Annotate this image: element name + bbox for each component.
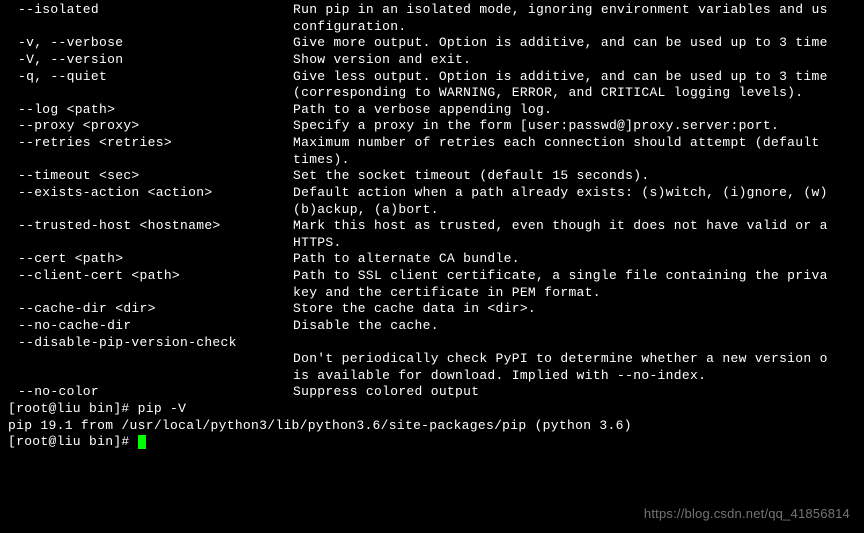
- option-description: Run pip in an isolated mode, ignoring en…: [293, 2, 864, 19]
- option-flag: [4, 85, 293, 102]
- option-row: -q, --quietGive less output. Option is a…: [4, 69, 864, 86]
- option-flag: [4, 19, 293, 36]
- option-flag: [4, 235, 293, 252]
- option-continuation: key and the certificate in PEM format.: [4, 285, 864, 302]
- option-flag: --timeout <sec>: [4, 168, 293, 185]
- option-description: [293, 335, 864, 352]
- option-description: HTTPS.: [293, 235, 864, 252]
- option-description: Disable the cache.: [293, 318, 864, 335]
- option-continuation: (b)ackup, (a)bort.: [4, 202, 864, 219]
- option-flag: -q, --quiet: [4, 69, 293, 86]
- option-flag: --log <path>: [4, 102, 293, 119]
- option-description: Suppress colored output: [293, 384, 864, 401]
- option-description: Maximum number of retries each connectio…: [293, 135, 864, 152]
- option-flag: --no-color: [4, 384, 293, 401]
- option-continuation: is available for download. Implied with …: [4, 368, 864, 385]
- option-continuation: times).: [4, 152, 864, 169]
- option-flag: --no-cache-dir: [4, 318, 293, 335]
- option-description: Give more output. Option is additive, an…: [293, 35, 864, 52]
- option-row: --no-cache-dirDisable the cache.: [4, 318, 864, 335]
- option-description: Path to a verbose appending log.: [293, 102, 864, 119]
- option-flag: --cache-dir <dir>: [4, 301, 293, 318]
- option-flag: -V, --version: [4, 52, 293, 69]
- option-row: --isolatedRun pip in an isolated mode, i…: [4, 2, 864, 19]
- option-description: key and the certificate in PEM format.: [293, 285, 864, 302]
- option-continuation: (corresponding to WARNING, ERROR, and CR…: [4, 85, 864, 102]
- option-flag: --isolated: [4, 2, 293, 19]
- option-description: Don't periodically check PyPI to determi…: [293, 351, 864, 368]
- option-description: Path to SSL client certificate, a single…: [293, 268, 864, 285]
- option-description: Store the cache data in <dir>.: [293, 301, 864, 318]
- option-flag: --disable-pip-version-check: [4, 335, 293, 352]
- option-row: --timeout <sec>Set the socket timeout (d…: [4, 168, 864, 185]
- option-flag: [4, 202, 293, 219]
- command-text: pip -V: [138, 401, 187, 416]
- option-description: Mark this host as trusted, even though i…: [293, 218, 864, 235]
- option-description: Path to alternate CA bundle.: [293, 251, 864, 268]
- option-flag: -v, --verbose: [4, 35, 293, 52]
- option-description: Default action when a path already exist…: [293, 185, 864, 202]
- option-flag: [4, 152, 293, 169]
- option-flag: [4, 368, 293, 385]
- option-flag: --cert <path>: [4, 251, 293, 268]
- option-description: configuration.: [293, 19, 864, 36]
- option-row: --log <path>Path to a verbose appending …: [4, 102, 864, 119]
- prompt-line-active[interactable]: [root@liu bin]#: [4, 434, 864, 451]
- option-row: -v, --verboseGive more output. Option is…: [4, 35, 864, 52]
- option-row: --cert <path>Path to alternate CA bundle…: [4, 251, 864, 268]
- option-description: is available for download. Implied with …: [293, 368, 864, 385]
- option-row: --proxy <proxy>Specify a proxy in the fo…: [4, 118, 864, 135]
- option-flag: --client-cert <path>: [4, 268, 293, 285]
- option-flag: --exists-action <action>: [4, 185, 293, 202]
- shell-prompt: [root@liu bin]#: [8, 434, 138, 449]
- option-flag: --trusted-host <hostname>: [4, 218, 293, 235]
- option-description: times).: [293, 152, 864, 169]
- command-output: pip 19.1 from /usr/local/python3/lib/pyt…: [4, 418, 864, 435]
- option-row: --exists-action <action>Default action w…: [4, 185, 864, 202]
- option-row: --disable-pip-version-check: [4, 335, 864, 352]
- option-flag: [4, 351, 293, 368]
- option-description: Give less output. Option is additive, an…: [293, 69, 864, 86]
- option-description: (corresponding to WARNING, ERROR, and CR…: [293, 85, 864, 102]
- option-description: (b)ackup, (a)bort.: [293, 202, 864, 219]
- option-flag: [4, 285, 293, 302]
- shell-prompt: [root@liu bin]#: [8, 401, 138, 416]
- terminal-output[interactable]: --isolatedRun pip in an isolated mode, i…: [0, 0, 864, 451]
- option-continuation: Don't periodically check PyPI to determi…: [4, 351, 864, 368]
- option-row: -V, --versionShow version and exit.: [4, 52, 864, 69]
- option-description: Specify a proxy in the form [user:passwd…: [293, 118, 864, 135]
- watermark-text: https://blog.csdn.net/qq_41856814: [644, 506, 850, 523]
- option-row: --cache-dir <dir>Store the cache data in…: [4, 301, 864, 318]
- option-row: --client-cert <path>Path to SSL client c…: [4, 268, 864, 285]
- option-row: --no-colorSuppress colored output: [4, 384, 864, 401]
- option-continuation: configuration.: [4, 19, 864, 36]
- option-flag: --proxy <proxy>: [4, 118, 293, 135]
- option-flag: --retries <retries>: [4, 135, 293, 152]
- prompt-line: [root@liu bin]# pip -V: [4, 401, 864, 418]
- option-description: Set the socket timeout (default 15 secon…: [293, 168, 864, 185]
- option-description: Show version and exit.: [293, 52, 864, 69]
- cursor-icon: [138, 435, 146, 449]
- option-row: --retries <retries>Maximum number of ret…: [4, 135, 864, 152]
- option-continuation: HTTPS.: [4, 235, 864, 252]
- option-row: --trusted-host <hostname>Mark this host …: [4, 218, 864, 235]
